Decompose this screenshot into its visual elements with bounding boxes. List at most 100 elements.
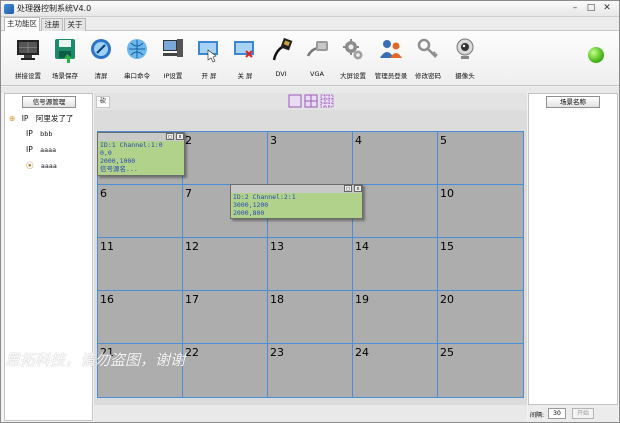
layout-single-icon[interactable] bbox=[288, 94, 302, 108]
wall-cell[interactable]: 2 bbox=[183, 132, 268, 185]
tree-item[interactable]: ⦿ aaaa bbox=[26, 160, 57, 171]
dvi-icon bbox=[272, 37, 293, 61]
toolbar-button-change-password[interactable]: 修改密码 bbox=[411, 36, 445, 84]
radio-icon[interactable]: ⦿ bbox=[26, 161, 34, 170]
wall-cell[interactable]: 4 bbox=[353, 132, 438, 185]
app-window: 处理器控制系统V4.0 – □ ✕ 主功能区 注册 关于 拼接设置 场景保存 清… bbox=[0, 0, 620, 423]
window-maximize-icon[interactable]: □ bbox=[166, 133, 174, 140]
toolbar: 拼接设置 场景保存 清屏 串口命令 IP设置 开 屏 关 屏 DVI VGA 大… bbox=[1, 31, 619, 86]
minimize-button[interactable]: – bbox=[569, 3, 581, 14]
layout-quad-icon[interactable] bbox=[304, 94, 318, 108]
wall-cell[interactable]: 6 bbox=[98, 185, 183, 238]
signal-window-2[interactable]: □ x ID:2 Channel:2:1 3000,1200 2000,800 bbox=[230, 184, 363, 219]
tree-item-label: aaaa bbox=[40, 146, 57, 154]
title-bar: 处理器控制系统V4.0 – □ ✕ bbox=[1, 1, 619, 17]
expand-icon[interactable]: ⊕ bbox=[9, 114, 15, 123]
camera-icon bbox=[456, 38, 474, 59]
wall-cell[interactable]: 23 bbox=[268, 344, 353, 397]
toolbar-button-ip-settings[interactable]: IP设置 bbox=[156, 36, 190, 84]
signal-source-manage-button[interactable]: 信号源管理 bbox=[22, 96, 76, 108]
layout-bar: 砍 bbox=[94, 93, 527, 110]
tree-item[interactable]: IP bbb bbox=[26, 129, 53, 138]
toolbar-button-serial-command[interactable]: 串口命令 bbox=[120, 36, 154, 84]
window-info: 3000,1200 bbox=[233, 201, 269, 209]
wall-cell[interactable]: 15 bbox=[438, 238, 523, 291]
wall-cell[interactable]: 12 bbox=[183, 238, 268, 291]
toolbar-button-screen-off[interactable]: 关 屏 bbox=[228, 36, 262, 84]
tree-item-label: bbb bbox=[40, 130, 53, 138]
signal-window-header[interactable]: □ x bbox=[98, 133, 184, 141]
serial-icon bbox=[127, 39, 147, 59]
wall-cell[interactable]: 18 bbox=[268, 291, 353, 344]
toolbar-button-clear[interactable]: 清屏 bbox=[84, 36, 118, 84]
gear-icon bbox=[343, 39, 363, 60]
window-info: 信号源名... bbox=[100, 165, 138, 173]
window-close-icon[interactable]: x bbox=[354, 185, 362, 192]
scene-name-button[interactable]: 场景名称 bbox=[546, 96, 600, 108]
toolbar-button-screen-on[interactable]: 开 屏 bbox=[192, 36, 226, 84]
vga-icon bbox=[306, 41, 328, 57]
signal-source-panel: 信号源管理 ⊕ IP 阿里发了了 IP bbb IP aaaa ⦿ aaaa bbox=[4, 93, 93, 421]
tree-item-label: 阿里发了了 bbox=[35, 114, 74, 123]
window-info: ID:2 Channel:2:1 bbox=[233, 193, 296, 201]
tree-item[interactable]: ⊕ IP 阿里发了了 bbox=[9, 113, 73, 124]
toolbar-label: 修改密码 bbox=[415, 72, 441, 80]
wall-cell[interactable]: 9 bbox=[353, 185, 438, 238]
window-close-icon[interactable]: x bbox=[176, 133, 184, 140]
ip-prefix: IP bbox=[26, 129, 33, 138]
wall-cell[interactable]: 11 bbox=[98, 238, 183, 291]
toolbar-button-vga[interactable]: VGA bbox=[300, 36, 334, 84]
window-info: ID:1 Channel:1:0 bbox=[100, 141, 163, 149]
toolbar-button-wall-settings[interactable]: 大屏设置 bbox=[336, 36, 370, 84]
wall-cell[interactable]: 14 bbox=[353, 238, 438, 291]
ip-prefix: IP bbox=[26, 145, 33, 154]
toolbar-button-splice-settings[interactable]: 拼接设置 bbox=[11, 36, 45, 84]
wall-cell[interactable]: 20 bbox=[438, 291, 523, 344]
wall-cell[interactable]: 19 bbox=[353, 291, 438, 344]
layout-nine-icon[interactable] bbox=[320, 94, 334, 108]
wall-cell[interactable]: 25 bbox=[438, 344, 523, 397]
signal-window-header[interactable]: □ x bbox=[231, 185, 362, 193]
screen-on-icon bbox=[198, 41, 218, 63]
toolbar-button-dvi[interactable]: DVI bbox=[264, 36, 298, 84]
wall-cell[interactable]: 16 bbox=[98, 291, 183, 344]
close-button[interactable]: ✕ bbox=[601, 3, 613, 14]
wall-cell[interactable]: 24 bbox=[353, 344, 438, 397]
toolbar-label: 管理员登录 bbox=[374, 72, 408, 80]
toolbar-button-camera[interactable]: 摄像头 bbox=[448, 36, 482, 84]
tab-about[interactable]: 关于 bbox=[64, 18, 86, 31]
interval-label: 间隔: bbox=[530, 412, 545, 419]
tab-main[interactable]: 主功能区 bbox=[4, 17, 40, 31]
toolbar-label: 摄像头 bbox=[455, 72, 475, 80]
wall-cell[interactable]: 13 bbox=[268, 238, 353, 291]
ip-icon bbox=[163, 39, 183, 57]
layout-tab[interactable]: 砍 bbox=[96, 96, 110, 108]
scene-cycle-bar: 间隔: 30 开始 bbox=[528, 405, 618, 422]
maximize-button[interactable]: □ bbox=[585, 3, 597, 14]
app-icon bbox=[4, 4, 14, 14]
wall-cell[interactable]: 5 bbox=[438, 132, 523, 185]
connection-status-indicator bbox=[588, 47, 604, 63]
window-maximize-icon[interactable]: □ bbox=[344, 185, 352, 192]
tree-item[interactable]: IP aaaa bbox=[26, 145, 56, 154]
clear-icon bbox=[91, 39, 111, 59]
wall-cell[interactable]: 17 bbox=[183, 291, 268, 344]
monitor-icon bbox=[17, 40, 39, 60]
window-info: 2000,1000 bbox=[100, 157, 136, 165]
signal-window-1[interactable]: □ x ID:1 Channel:1:0 0,0 2000,1000 信号源名.… bbox=[97, 132, 185, 176]
save-icon bbox=[55, 39, 75, 63]
toolbar-label: 大屏设置 bbox=[340, 72, 366, 80]
start-button[interactable]: 开始 bbox=[572, 408, 594, 419]
window-title: 处理器控制系统V4.0 bbox=[17, 4, 92, 13]
wall-cell[interactable]: 22 bbox=[183, 344, 268, 397]
wall-cell[interactable]: 10 bbox=[438, 185, 523, 238]
window-info: 0,0 bbox=[100, 149, 112, 157]
scene-panel: 场景名称 bbox=[528, 93, 618, 405]
tab-register[interactable]: 注册 bbox=[41, 18, 63, 31]
tree-item-label: aaaa bbox=[40, 162, 57, 170]
wall-cell[interactable]: 3 bbox=[268, 132, 353, 185]
main-tabs: 主功能区 注册 关于 bbox=[1, 17, 619, 31]
interval-input[interactable]: 30 bbox=[548, 408, 566, 419]
toolbar-button-scene-save[interactable]: 场景保存 bbox=[48, 36, 82, 84]
toolbar-button-admin-login[interactable]: 管理员登录 bbox=[374, 36, 408, 84]
